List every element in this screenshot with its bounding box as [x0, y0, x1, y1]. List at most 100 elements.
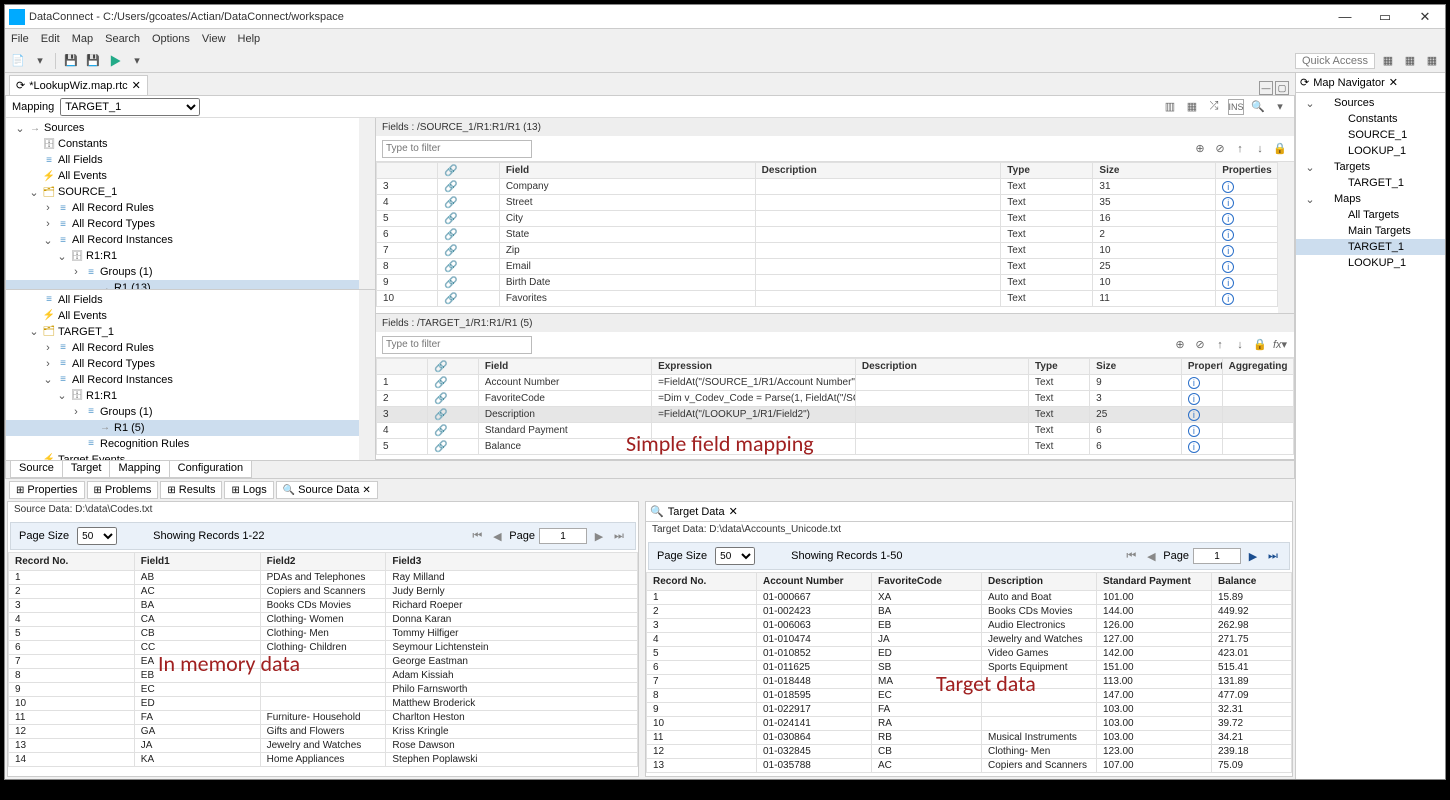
table-row[interactable]: 5CBClothing- MenTommy Hilfiger [9, 627, 638, 641]
table-row[interactable]: 501-010852EDVideo Games142.00423.01 [647, 647, 1292, 661]
table-row[interactable]: 3BABooks CDs MoviesRichard Roeper [9, 599, 638, 613]
tree-node[interactable]: 🗄Constants [6, 136, 375, 152]
table-row[interactable]: 6🔗StateText2i [377, 227, 1294, 243]
table-row[interactable]: 4🔗Standard PaymentText6i [377, 423, 1294, 439]
ins-toggle[interactable]: INS [1228, 99, 1244, 115]
perspective-icon-3[interactable]: ▦ [1423, 52, 1441, 70]
table-row[interactable]: 8🔗EmailText25i [377, 259, 1294, 275]
minimize-button[interactable]: — [1325, 7, 1365, 27]
tree-node[interactable]: SOURCE_1 [1296, 127, 1445, 143]
source-filter-input[interactable] [382, 140, 532, 158]
quick-access[interactable]: Quick Access [1295, 53, 1375, 69]
prev-page-icon[interactable]: ◀ [489, 528, 505, 544]
perspective-icon-1[interactable]: ▦ [1379, 52, 1397, 70]
table-row[interactable]: 9🔗Birth DateText10i [377, 275, 1294, 291]
next-page-icon[interactable]: ▶ [1245, 548, 1261, 564]
add-icon[interactable]: ⊕ [1192, 141, 1208, 157]
tree-node[interactable]: ›≡All Record Types [6, 216, 375, 232]
up-icon[interactable]: ↑ [1232, 141, 1248, 157]
table-row[interactable]: 6CCClothing- ChildrenSeymour Lichtenstei… [9, 641, 638, 655]
search-dropdown-icon[interactable]: ▾ [1272, 99, 1288, 115]
layout-icon-2[interactable]: ▦ [1184, 99, 1200, 115]
tree-node[interactable]: ⌄🗄R1:R1 [6, 248, 375, 264]
target-filter-input[interactable] [382, 336, 532, 354]
mapping-select[interactable]: TARGET_1 [60, 98, 200, 116]
table-row[interactable]: 3🔗Description=FieldAt("/LOOKUP_1/R1/Fiel… [377, 407, 1294, 423]
table-row[interactable]: 1ABPDAs and TelephonesRay Milland [9, 571, 638, 585]
menu-search[interactable]: Search [105, 33, 140, 45]
tree-node[interactable]: ›≡All Record Rules [6, 340, 375, 356]
add-icon[interactable]: ⊕ [1172, 337, 1188, 353]
tree-node[interactable]: ⌄Maps [1296, 191, 1445, 207]
tree-node[interactable]: LOOKUP_1 [1296, 255, 1445, 271]
table-row[interactable]: 12GAGifts and FlowersKriss Kringle [9, 725, 638, 739]
remove-icon[interactable]: ⊘ [1192, 337, 1208, 353]
new-dropdown-icon[interactable]: ▾ [31, 52, 49, 70]
menu-map[interactable]: Map [72, 33, 93, 45]
save-icon[interactable]: 💾 [62, 52, 80, 70]
run-icon[interactable] [106, 52, 124, 70]
first-page-icon[interactable]: ⏮ [469, 528, 485, 544]
tree-node[interactable]: ⌄🗂SOURCE_1 [6, 184, 375, 200]
search-icon[interactable]: 🔍 [1250, 99, 1266, 115]
layout-icon-1[interactable]: ▥ [1162, 99, 1178, 115]
table-row[interactable]: 11FAFurniture- HouseholdCharlton Heston [9, 711, 638, 725]
table-row[interactable]: 4CAClothing- WomenDonna Karan [9, 613, 638, 627]
table-row[interactable]: 7🔗ZipText10i [377, 243, 1294, 259]
tree-node[interactable]: ›≡All Record Rules [6, 200, 375, 216]
tree-node[interactable]: →R1 (5) [6, 420, 375, 436]
page-size-select[interactable]: 50 [77, 527, 117, 545]
tree-node[interactable]: Main Targets [1296, 223, 1445, 239]
tab-configuration[interactable]: Configuration [169, 461, 252, 478]
table-row[interactable]: 201-002423BABooks CDs Movies144.00449.92 [647, 605, 1292, 619]
table-row[interactable]: 10🔗FavoritesText11i [377, 291, 1294, 307]
table-row[interactable]: 14KAHome AppliancesStephen Poplawski [9, 753, 638, 767]
tree-node[interactable]: ⌄≡All Record Instances [6, 372, 375, 388]
table-row[interactable]: 9ECPhilo Farnsworth [9, 683, 638, 697]
tree-node[interactable]: ⚡All Events [6, 308, 375, 324]
table-row[interactable]: 2ACCopiers and ScannersJudy Bernly [9, 585, 638, 599]
tree-node[interactable]: ⌄Sources [1296, 95, 1445, 111]
table-row[interactable]: 1🔗Account Number=FieldAt("/SOURCE_1/R1/A… [377, 375, 1294, 391]
table-row[interactable]: 2🔗FavoriteCode=Dim v_Codev_Code = Parse(… [377, 391, 1294, 407]
page-input[interactable] [539, 528, 587, 544]
new-icon[interactable]: 📄 [9, 52, 27, 70]
down-icon[interactable]: ↓ [1232, 337, 1248, 353]
remove-icon[interactable]: ⊘ [1212, 141, 1228, 157]
table-row[interactable]: 7EAGeorge Eastman [9, 655, 638, 669]
table-row[interactable]: 1101-030864RBMusical Instruments103.0034… [647, 731, 1292, 745]
table-row[interactable]: 801-018595EC147.00477.09 [647, 689, 1292, 703]
tab-close-icon[interactable]: ✕ [132, 79, 141, 92]
menu-help[interactable]: Help [238, 33, 261, 45]
maximize-button[interactable]: ▭ [1365, 7, 1405, 27]
tree-node[interactable]: Constants [1296, 111, 1445, 127]
tree-node[interactable]: ≡All Fields [6, 292, 375, 308]
view-logs[interactable]: ⊞ Logs [224, 481, 273, 499]
table-row[interactable]: 701-018448MA113.00131.89 [647, 675, 1292, 689]
tab-target[interactable]: Target [62, 461, 111, 478]
run-dropdown-icon[interactable]: ▾ [128, 52, 146, 70]
tree-node[interactable]: ›≡Groups (1) [6, 264, 375, 280]
page-size-select[interactable]: 50 [715, 547, 755, 565]
tree-node[interactable]: TARGET_1 [1296, 239, 1445, 255]
tree-node[interactable]: ⌄Targets [1296, 159, 1445, 175]
last-page-icon[interactable]: ⏭ [1265, 548, 1281, 564]
shuffle-icon[interactable]: ⤮ [1206, 99, 1222, 115]
tab-close-icon[interactable]: ✕ [729, 505, 738, 518]
max-icon[interactable]: ▢ [1275, 81, 1289, 95]
view-results[interactable]: ⊞ Results [160, 481, 222, 499]
tree-node[interactable]: ≡All Fields [6, 152, 375, 168]
table-row[interactable]: 4🔗StreetText35i [377, 195, 1294, 211]
lock-icon[interactable]: 🔒 [1252, 337, 1268, 353]
tree-node[interactable]: ⌄🗂TARGET_1 [6, 324, 375, 340]
table-row[interactable]: 8EBAdam Kissiah [9, 669, 638, 683]
editor-tab[interactable]: ⟳ *LookupWiz.map.rtc ✕ [9, 75, 148, 95]
first-page-icon[interactable]: ⏮ [1123, 548, 1139, 564]
tab-mapping[interactable]: Mapping [109, 461, 169, 478]
table-row[interactable]: 5🔗BalanceText6i [377, 439, 1294, 455]
tree-node[interactable]: →R1 (13) [6, 280, 375, 289]
down-icon[interactable]: ↓ [1252, 141, 1268, 157]
tree-node[interactable]: ›≡Groups (1) [6, 404, 375, 420]
tree-node[interactable]: ≡Recognition Rules [6, 436, 375, 452]
view-problems[interactable]: ⊞ Problems [87, 481, 159, 499]
